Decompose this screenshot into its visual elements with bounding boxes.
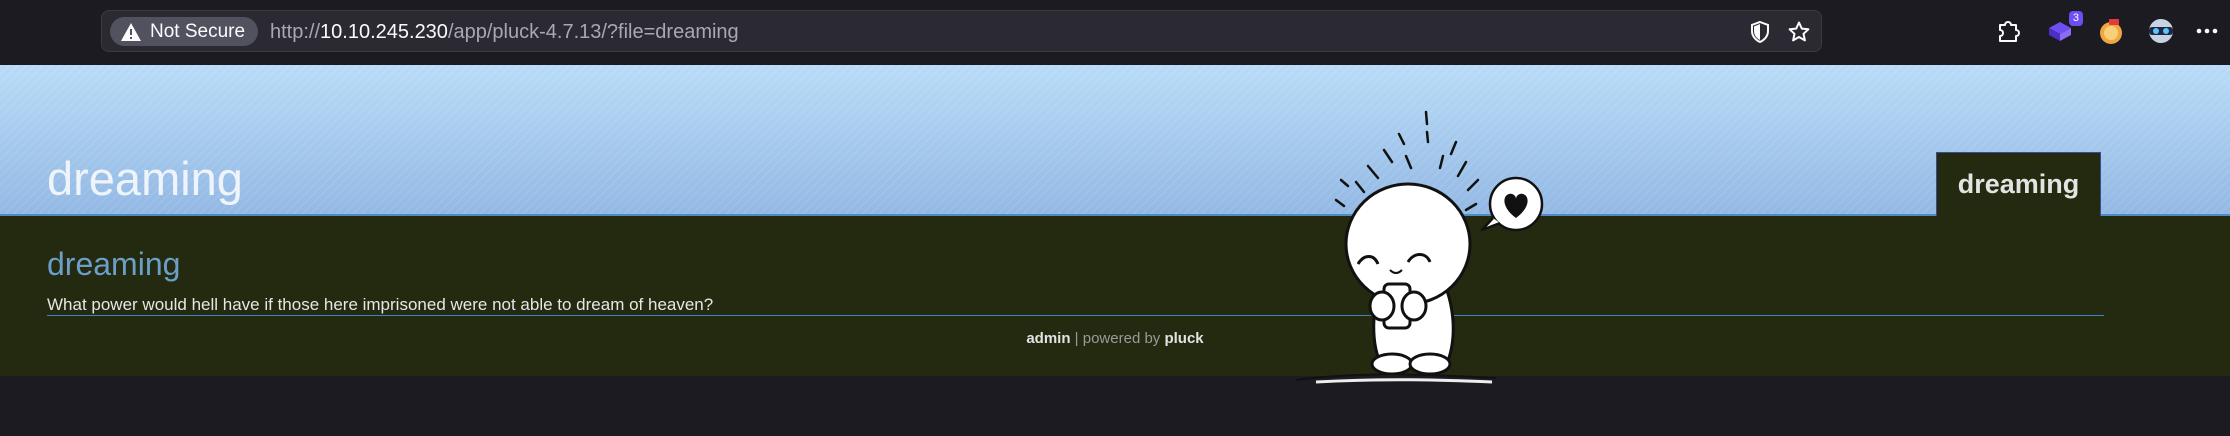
shield-icon[interactable] [1748, 20, 1772, 44]
address-bar[interactable]: Not Secure http://10.10.245.230/app/pluc… [101, 10, 1822, 52]
pluck-link[interactable]: pluck [1164, 330, 1203, 347]
page-content: dreaming What power would hell have if t… [0, 216, 2230, 376]
url-host: 10.10.245.230 [320, 21, 448, 43]
footer-separator: | powered by [1070, 330, 1165, 347]
extension-mask-icon[interactable] [2146, 16, 2176, 46]
extension-count-badge: 3 [2068, 11, 2083, 26]
extensions-icon[interactable] [1994, 16, 2024, 46]
extension-badge-icon[interactable]: 3 [2045, 11, 2083, 46]
page-heading: dreaming [47, 246, 181, 282]
content-divider [47, 315, 2104, 316]
admin-link[interactable]: admin [1026, 330, 1070, 347]
star-icon[interactable] [1787, 20, 1811, 44]
browser-toolbar: Not Secure http://10.10.245.230/app/pluc… [0, 0, 2230, 65]
url-scheme: http:// [270, 21, 321, 43]
nav-tab-dreaming[interactable]: dreaming [1936, 152, 2101, 216]
more-icon[interactable] [2192, 16, 2222, 46]
site-header: dreaming dreaming [0, 65, 2230, 216]
site-title[interactable]: dreaming [47, 151, 243, 206]
url-text[interactable]: http://10.10.245.230/app/pluck-4.7.13/?f… [270, 21, 739, 44]
mascot-illustration [1296, 110, 1544, 384]
url-path: /app/pluck-4.7.13/?file=dreaming [447, 21, 739, 43]
page-text: What power would hell have if those here… [47, 295, 714, 314]
site-security-indicator[interactable]: Not Secure [110, 17, 259, 46]
security-label: Not Secure [150, 20, 246, 42]
footer: admin | powered by pluck [0, 330, 2230, 347]
warning-icon [121, 22, 141, 41]
extension-food-icon[interactable] [2096, 16, 2126, 46]
